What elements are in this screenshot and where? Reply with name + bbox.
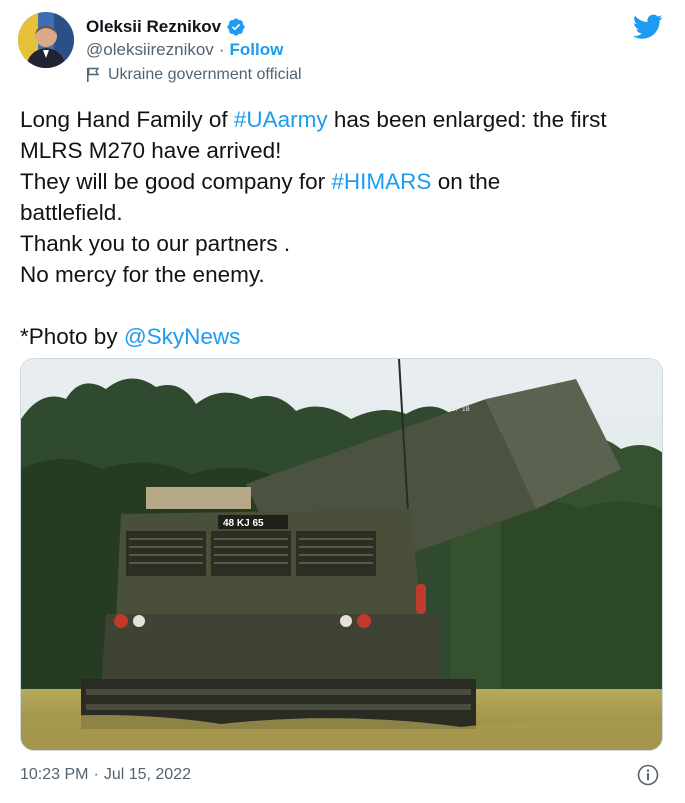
tweet-line-3: They will be good company for #HIMARS on… [20,166,670,197]
hashtag-uaarmy[interactable]: #UAarmy [234,107,328,132]
tweet-photo[interactable]: SEP 18 48 KJ 65 [20,358,663,751]
tweet-time[interactable]: 10:23 PM [20,766,88,784]
tweet-line-2: MLRS M270 have arrived! [20,138,282,163]
pod-marking: SEP 18 [446,406,470,413]
handle[interactable]: @oleksiireznikov [86,40,214,60]
government-label: Ukraine government official [86,66,302,84]
flag-icon [86,67,100,83]
name-row: Oleksii Reznikov [86,15,246,39]
text-fragment: on the [431,169,501,194]
follow-button[interactable]: Follow [229,40,283,60]
verified-badge-icon [226,17,246,37]
avatar[interactable] [18,12,74,68]
hashtag-himars[interactable]: #HIMARS [331,169,431,194]
display-name[interactable]: Oleksii Reznikov [86,17,221,37]
tweet-line-1: Long Hand Family of #UAarmy has been enl… [20,104,670,135]
text-fragment: Long Hand Family of [20,107,234,132]
info-icon[interactable] [637,764,659,786]
separator-dot: · [218,40,225,59]
account-label: Ukraine government official [108,66,302,83]
text-fragment: They will be good company for [20,169,332,194]
tweet-text: Long Hand Family of #UAarmy has been enl… [20,104,670,352]
tweet-timestamp[interactable]: 10:23 PM · Jul 15, 2022 [20,766,191,784]
handle-row: @oleksiireznikov · Follow [86,40,283,60]
text-fragment: has been enlarged: the first [327,107,607,132]
photo-credit: *Photo by @SkyNews [20,321,670,352]
tweet-line-6: No mercy for the enemy. [20,262,265,287]
tweet-card: Oleksii Reznikov @oleksiireznikov · Foll… [0,0,685,803]
tweet-date[interactable]: Jul 15, 2022 [104,766,191,784]
twitter-bird-icon[interactable] [632,14,663,40]
vehicle-plate: 48 KJ 65 [223,518,264,529]
tweet-line-4: battlefield. [20,200,123,225]
tweet-line-5: Thank you to our partners . [20,231,291,256]
mention-skynews[interactable]: @SkyNews [124,324,241,349]
separator-dot: · [93,766,99,783]
text-fragment: *Photo by [20,324,124,349]
